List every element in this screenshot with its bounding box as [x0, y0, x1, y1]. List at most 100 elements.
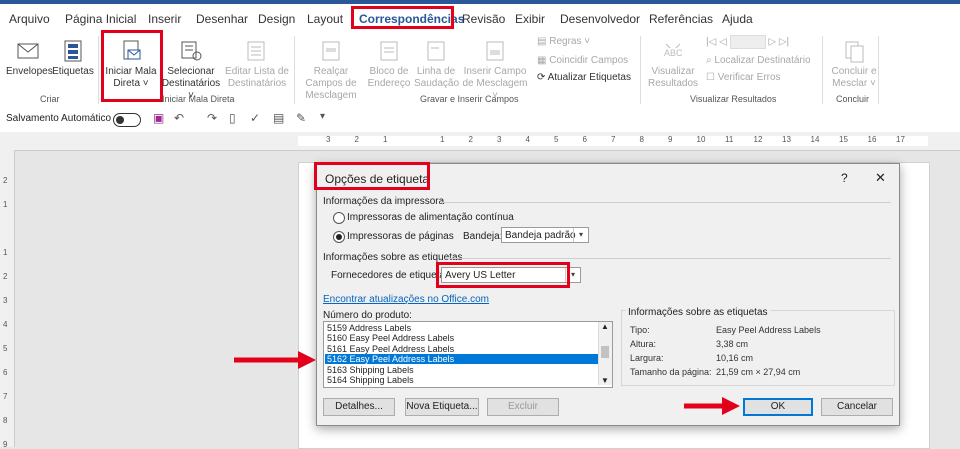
- save-icon[interactable]: ▣: [153, 111, 164, 125]
- product-list-item[interactable]: 5161 Easy Peel Address Labels: [325, 344, 599, 354]
- first-record-icon[interactable]: |◁: [706, 37, 716, 48]
- print-preview-icon[interactable]: ▤: [273, 111, 284, 125]
- tray-value: Bandeja padrão: [505, 230, 576, 241]
- detail-value: 3,38 cm: [716, 339, 749, 349]
- tray-select[interactable]: Bandeja padrão ▾: [501, 227, 589, 243]
- divider: [445, 258, 891, 259]
- ruler-tick-label: 3: [497, 135, 502, 144]
- tab-pagina-inicial[interactable]: Página Inicial: [65, 12, 136, 26]
- product-list[interactable]: 5159 Address Labels 5160 Easy Peel Addres…: [323, 321, 613, 388]
- detail-key: Altura:: [630, 339, 657, 349]
- close-button[interactable]: ✕: [875, 170, 886, 186]
- highlight-dialog-title: [314, 162, 430, 190]
- undo-icon[interactable]: ↶: [174, 111, 184, 125]
- vruler-tick-label: 2: [3, 272, 8, 281]
- tab-exibir[interactable]: Exibir: [515, 12, 545, 26]
- selecionar-destinatarios-button[interactable]: Selecionar Destinatários ˅: [160, 38, 222, 102]
- spelling-icon[interactable]: ✓: [250, 111, 260, 125]
- preview-results-icon: ABC: [664, 43, 683, 58]
- product-list-item[interactable]: 5159 Address Labels: [325, 323, 599, 333]
- group-separator: [294, 36, 295, 104]
- detail-key: Tamanho da página:: [630, 367, 712, 377]
- ok-button[interactable]: OK: [743, 398, 813, 416]
- new-document-icon[interactable]: ▯: [229, 111, 236, 125]
- last-record-icon[interactable]: ▷|: [779, 37, 789, 48]
- concluir-mesclar-button[interactable]: Concluir e Mesclar ˅: [828, 38, 880, 90]
- detail-value: 21,59 cm × 27,94 cm: [716, 367, 801, 377]
- finish-merge-icon: [845, 41, 864, 63]
- labels-icon: [64, 40, 82, 62]
- editar-lista-button[interactable]: Editar Lista de Destinatários: [224, 38, 290, 90]
- visualizar-resultados-button[interactable]: ABC Visualizar Resultados: [646, 38, 700, 90]
- tab-revisao[interactable]: Revisão: [462, 12, 505, 26]
- redo-icon[interactable]: ↷: [207, 111, 217, 125]
- regras-label: Regras: [549, 36, 582, 47]
- tab-layout[interactable]: Layout: [307, 12, 343, 26]
- ruler-tick-label: 6: [582, 135, 587, 144]
- label-details-title: Informações sobre as etiquetas: [626, 307, 770, 318]
- ruler-tick-label: 16: [867, 135, 877, 144]
- vruler-tick-label: 5: [3, 344, 8, 353]
- verificar-erros-button[interactable]: ☐ Verificar Erros: [706, 72, 781, 83]
- scroll-thumb[interactable]: [601, 346, 609, 358]
- cancel-button[interactable]: Cancelar: [821, 398, 893, 416]
- updates-link[interactable]: Encontrar atualizações no Office.com: [323, 294, 489, 305]
- page-printers-radio[interactable]: [333, 231, 345, 243]
- arrow-to-ok-icon: [684, 397, 740, 415]
- customize-qat-icon[interactable]: ▾: [320, 111, 325, 122]
- realcar-campos-button[interactable]: Realçar Campos de Mesclagem: [300, 38, 362, 102]
- ruler-tick-label: 3: [326, 135, 331, 144]
- record-number-input[interactable]: [729, 35, 766, 49]
- format-icon[interactable]: ✎: [296, 111, 306, 125]
- ruler-tick-label: 2: [354, 135, 359, 144]
- product-list-item[interactable]: 5163 Shipping Labels: [325, 365, 599, 375]
- ruler-tick-label: 14: [810, 135, 820, 144]
- ruler-tick-label: 13: [782, 135, 791, 144]
- page-printers-label: Impressoras de páginas: [347, 231, 454, 242]
- regras-button[interactable]: ▤ Regras ˅: [537, 36, 590, 47]
- ribbon-tabs: Arquivo Página Inicial Inserir Desenhar …: [0, 4, 960, 32]
- tab-desenhar[interactable]: Desenhar: [196, 12, 248, 26]
- linha-saudacao-button[interactable]: Linha de Saudação: [414, 38, 459, 90]
- detail-value: 10,16 cm: [716, 353, 754, 363]
- new-label-button[interactable]: Nova Etiqueta...: [405, 398, 479, 416]
- ruler-tick-label: 15: [839, 135, 848, 144]
- atualizar-etiquetas-button[interactable]: ⟳ Atualizar Etiquetas: [537, 72, 631, 83]
- bloco-endereco-button[interactable]: Bloco de Endereço: [366, 38, 412, 90]
- help-button[interactable]: ?: [841, 171, 848, 185]
- continuous-radio[interactable]: [333, 212, 345, 224]
- highlight-fields-icon: [322, 41, 340, 61]
- autosave-toggle[interactable]: [113, 113, 141, 127]
- product-list-item[interactable]: 5164 Shipping Labels: [325, 375, 599, 385]
- etiquetas-button[interactable]: Etiquetas: [50, 38, 96, 78]
- scroll-up-icon[interactable]: ▲: [601, 322, 609, 331]
- localizar-destinatario-button[interactable]: ⌕ Localizar Destinatário: [706, 55, 811, 66]
- group-label-iniciar: Iniciar Mala Direta: [162, 94, 235, 104]
- coincidir-campos-button[interactable]: ▦ Coincidir Campos: [537, 55, 628, 66]
- prev-record-icon[interactable]: ◁: [719, 37, 727, 48]
- envelopes-button[interactable]: Envelopes: [6, 38, 53, 78]
- inserir-campo-button[interactable]: Inserir Campo de Mesclagem ˅: [460, 38, 530, 102]
- delete-button[interactable]: Excluir: [487, 398, 559, 416]
- tab-inserir[interactable]: Inserir: [148, 12, 181, 26]
- product-list-item[interactable]: 5160 Easy Peel Address Labels: [325, 333, 599, 343]
- product-list-scrollbar[interactable]: ▲ ▼: [598, 322, 612, 385]
- coincidir-campos-label: Coincidir Campos: [549, 55, 629, 66]
- detail-key: Largura:: [630, 353, 664, 363]
- tab-design[interactable]: Design: [258, 12, 295, 26]
- select-recipients-icon: [181, 41, 202, 61]
- vertical-ruler: 2 1 1 2 3 4 5 6 7 8 9: [0, 150, 15, 449]
- tab-arquivo[interactable]: Arquivo: [9, 12, 50, 26]
- tab-ajuda[interactable]: Ajuda: [722, 12, 753, 26]
- label-options-dialog: Opções de etiqueta ? ✕ Informações da im…: [316, 163, 900, 426]
- horizontal-ruler: 3 2 1 1 2 3 4 5 6 7 8 9 10 11 12 13 14 15 16 17: [0, 132, 960, 151]
- details-button[interactable]: Detalhes...: [323, 398, 395, 416]
- next-record-icon[interactable]: ▷: [768, 37, 776, 48]
- inserir-campo-label: Inserir Campo de Mesclagem: [462, 66, 528, 89]
- tab-desenvolvedor[interactable]: Desenvolvedor: [560, 12, 640, 26]
- scroll-down-icon[interactable]: ▼: [601, 376, 609, 385]
- update-labels-icon: ⟳: [537, 72, 548, 83]
- tab-referencias[interactable]: Referências: [649, 12, 713, 26]
- group-label-visualizar: Visualizar Resultados: [690, 94, 777, 104]
- product-list-item[interactable]: 5162 Easy Peel Address Labels: [325, 354, 599, 365]
